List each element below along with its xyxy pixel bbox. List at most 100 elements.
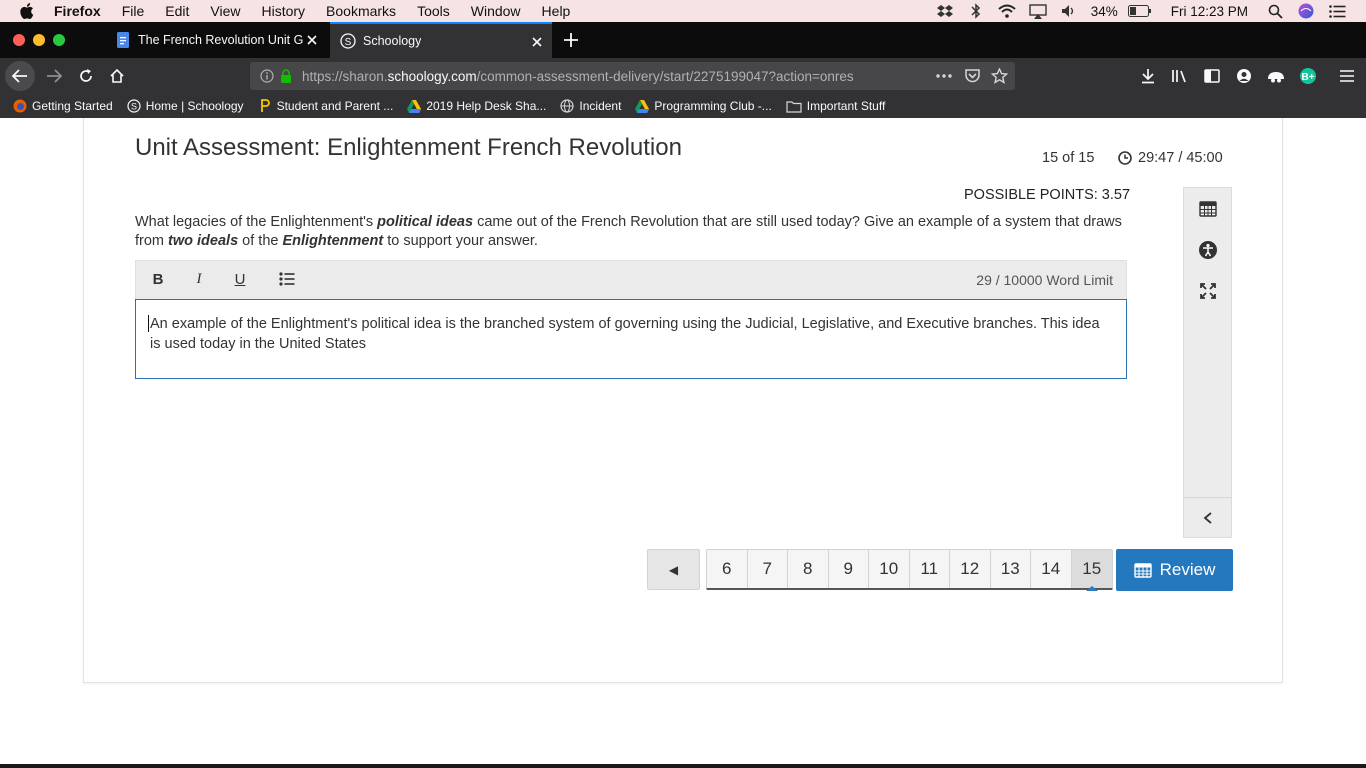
menu-tools[interactable]: Tools: [417, 3, 450, 19]
schoology-icon: S: [340, 33, 356, 49]
review-label: Review: [1159, 560, 1216, 579]
siri-icon[interactable]: [1297, 3, 1315, 19]
extension-icon[interactable]: [1262, 62, 1290, 90]
bookmark-label: Student and Parent ...: [276, 99, 394, 113]
answer-textarea[interactable]: An example of the Enlightment's politica…: [135, 299, 1127, 379]
close-tab-icon[interactable]: [305, 33, 319, 47]
close-tab-icon[interactable]: [530, 35, 544, 49]
bookmark-student-parent[interactable]: Student and Parent ...: [258, 99, 394, 113]
browser-tabbar: The French Revolution Unit Gui S Schoolo…: [0, 22, 1366, 58]
bookmark-home-schoology[interactable]: S Home | Schoology: [127, 99, 244, 113]
downloads-icon[interactable]: [1134, 62, 1162, 90]
bold-button[interactable]: B: [148, 271, 168, 288]
bookmark-help-desk[interactable]: 2019 Help Desk Sha...: [407, 99, 546, 113]
accessibility-icon[interactable]: [1198, 240, 1218, 260]
menu-window[interactable]: Window: [471, 3, 521, 19]
text-cursor: [148, 315, 149, 332]
volume-icon[interactable]: [1060, 3, 1078, 19]
url-host: schoology.com: [387, 68, 477, 84]
bookmark-getting-started[interactable]: Getting Started: [13, 99, 113, 113]
chevron-left-icon: [1203, 511, 1212, 524]
library-icon[interactable]: [1166, 62, 1194, 90]
bookmark-label: Getting Started: [32, 99, 113, 113]
account-icon[interactable]: [1230, 62, 1258, 90]
page-button-14[interactable]: 14: [1031, 550, 1072, 588]
forward-icon[interactable]: [40, 62, 68, 90]
menu-firefox[interactable]: Firefox: [54, 3, 101, 19]
calculator-icon[interactable]: [1198, 199, 1218, 219]
macos-menubar: Firefox File Edit View History Bookmarks…: [0, 0, 1366, 22]
clock-icon: [1118, 151, 1132, 165]
reload-icon[interactable]: [72, 62, 100, 90]
tab-french-revolution[interactable]: The French Revolution Unit Gui: [105, 22, 327, 58]
bookmark-label: Important Stuff: [806, 99, 886, 113]
bluetooth-icon[interactable]: [967, 3, 985, 19]
page-button-11[interactable]: 11: [909, 550, 950, 588]
browser-navbar: https://sharon.schoology.com/common-asse…: [0, 58, 1366, 94]
sidebar-icon[interactable]: [1198, 62, 1226, 90]
notification-center-icon[interactable]: [1328, 3, 1346, 19]
bookmark-incident[interactable]: Incident: [560, 99, 621, 113]
page-button-7[interactable]: 7: [747, 550, 788, 588]
tab-schoology[interactable]: S Schoology: [330, 22, 552, 58]
back-icon[interactable]: [5, 61, 35, 91]
page-button-8[interactable]: 8: [788, 550, 829, 588]
fullscreen-icon[interactable]: [1198, 281, 1218, 301]
bookmark-programming-club[interactable]: Programming Club -...: [635, 99, 772, 113]
menu-help[interactable]: Help: [542, 3, 571, 19]
page-button-10[interactable]: 10: [869, 550, 910, 588]
menu-edit[interactable]: Edit: [165, 3, 189, 19]
url-bar[interactable]: https://sharon.schoology.com/common-asse…: [250, 62, 1015, 90]
menubar-clock[interactable]: Fri 12:23 PM: [1171, 4, 1248, 19]
schoology-icon: S: [127, 99, 141, 113]
airplay-icon[interactable]: [1028, 3, 1047, 19]
collapse-panel-button[interactable]: [1184, 497, 1231, 537]
battery-icon[interactable]: [1127, 3, 1152, 19]
pocket-icon[interactable]: [964, 68, 981, 84]
svg-text:B+: B+: [1301, 72, 1314, 83]
page-button-13[interactable]: 13: [990, 550, 1031, 588]
page-button-6[interactable]: 6: [707, 550, 748, 588]
page-button-9[interactable]: 9: [828, 550, 869, 588]
info-icon[interactable]: [260, 69, 274, 83]
bookmark-label: Incident: [579, 99, 622, 113]
window-close-button[interactable]: [13, 34, 25, 46]
word-limit: 29 / 10000 Word Limit: [976, 272, 1113, 288]
spotlight-icon[interactable]: [1266, 3, 1284, 19]
question-part: What legacies of the Enlightenment's: [135, 214, 378, 230]
bookmark-label: Home | Schoology: [145, 99, 244, 113]
question-part: to support your answer.: [383, 233, 538, 249]
tools-panel: [1183, 187, 1232, 538]
apple-icon[interactable]: [20, 3, 36, 19]
italic-button[interactable]: I: [189, 271, 209, 288]
menu-file[interactable]: File: [122, 3, 145, 19]
bookmark-star-icon[interactable]: [991, 68, 1008, 84]
dropbox-icon[interactable]: [936, 3, 954, 19]
lock-icon[interactable]: [280, 69, 292, 83]
menu-bookmarks[interactable]: Bookmarks: [326, 3, 396, 19]
page-button-12[interactable]: 12: [950, 550, 991, 588]
window-minimize-button[interactable]: [33, 34, 45, 46]
p-icon: [258, 99, 272, 113]
menu-hamburger-icon[interactable]: [1333, 62, 1361, 90]
bookmark-important-stuff[interactable]: Important Stuff: [786, 99, 886, 113]
drive-icon: [635, 99, 650, 113]
page-button-15-active[interactable]: 15: [1071, 550, 1112, 591]
question-progress: 15 of 15: [1042, 150, 1095, 166]
menubar-status-area: 34% Fri 12:23 PM: [936, 0, 1366, 22]
page-actions-icon[interactable]: [935, 73, 953, 79]
bullet-list-icon[interactable]: [277, 272, 297, 290]
previous-question-button[interactable]: ◀: [647, 549, 700, 590]
wifi-icon[interactable]: [998, 3, 1016, 19]
review-button[interactable]: Review: [1116, 549, 1233, 591]
underline-button[interactable]: U: [230, 271, 250, 288]
new-tab-icon[interactable]: [562, 31, 580, 49]
svg-text:S: S: [131, 102, 137, 112]
window-zoom-button[interactable]: [53, 34, 65, 46]
question-emphasis: two ideals: [168, 233, 239, 249]
grammarly-icon[interactable]: B+: [1294, 62, 1322, 90]
home-icon[interactable]: [103, 62, 131, 90]
menu-view[interactable]: View: [210, 3, 240, 19]
drive-icon: [407, 99, 422, 113]
menu-history[interactable]: History: [261, 3, 305, 19]
